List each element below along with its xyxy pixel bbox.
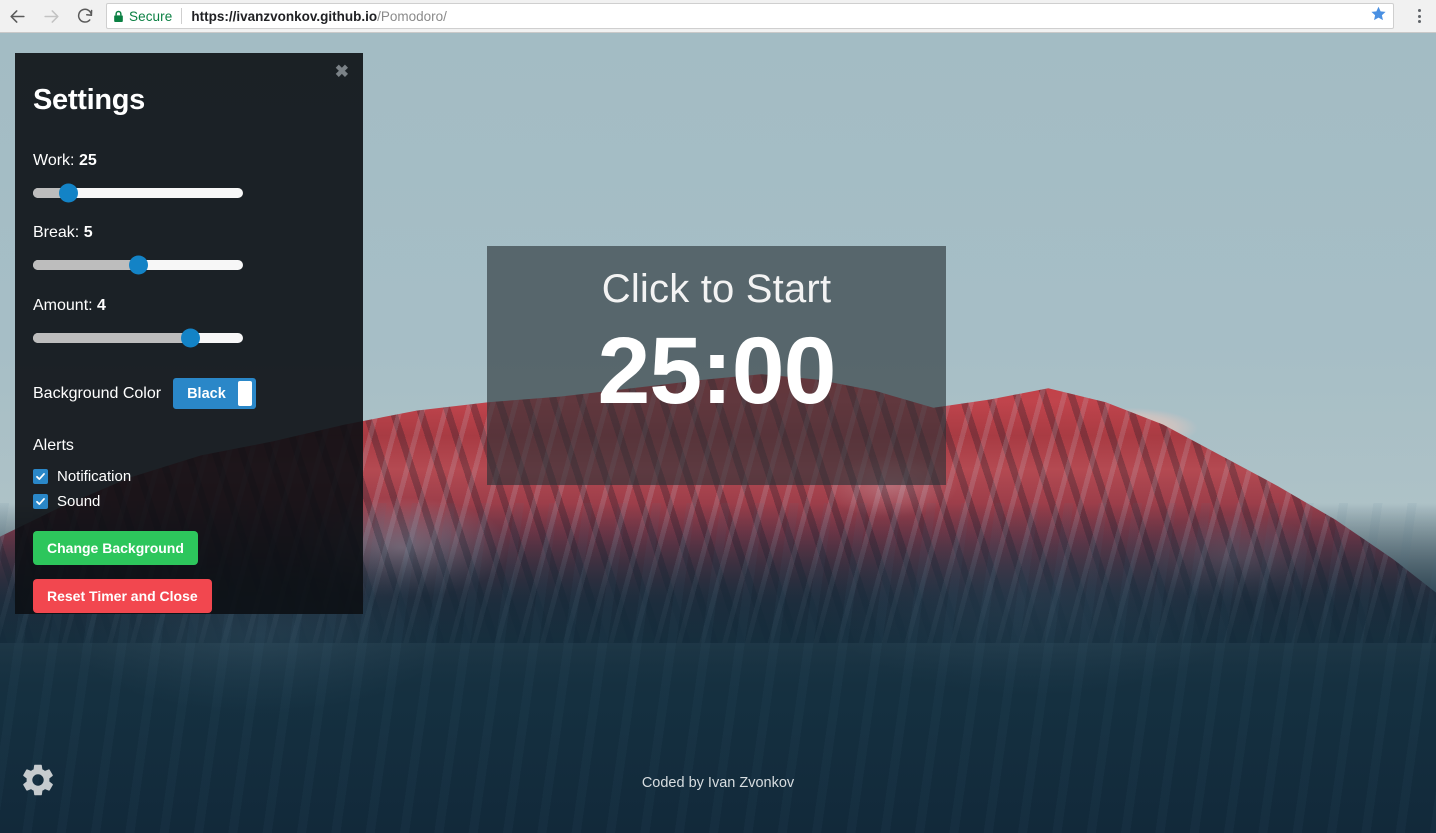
timer-caption: Click to Start [601, 267, 832, 311]
back-button[interactable] [0, 0, 34, 33]
settings-panel: ✖ Settings Work: 25 Break: 5 Amount: 4 B… [15, 53, 363, 614]
security-status-label: Secure [129, 8, 173, 24]
bookmark-star-button[interactable] [1370, 5, 1387, 27]
timer-box[interactable]: Click to Start 25:00 [487, 246, 946, 485]
browser-menu-button[interactable] [1402, 0, 1436, 33]
change-background-button[interactable]: Change Background [33, 531, 198, 565]
break-slider-fill [33, 260, 138, 270]
break-setting-group: Break: 5 [33, 224, 345, 275]
sound-label: Sound [57, 493, 101, 510]
close-icon[interactable]: ✖ [335, 63, 349, 80]
reset-timer-button[interactable]: Reset Timer and Close [33, 579, 212, 613]
sound-checkbox-row[interactable]: Sound [33, 493, 100, 510]
break-label-text: Break: [33, 224, 80, 241]
amount-label-text: Amount: [33, 297, 93, 314]
work-slider-thumb[interactable] [59, 183, 79, 203]
reload-button[interactable] [68, 0, 102, 33]
background-color-label: Background Color [33, 384, 162, 402]
break-slider[interactable] [33, 255, 243, 275]
background-color-value: Black [187, 385, 226, 402]
three-dot-menu-icon [1417, 9, 1421, 23]
forward-button[interactable] [34, 0, 68, 33]
amount-slider-thumb[interactable] [181, 328, 200, 348]
url-text: https://ivanzvonkov.github.io/Pomodoro/ [191, 9, 447, 24]
notification-checkbox[interactable] [33, 469, 48, 484]
amount-slider-fill [33, 333, 191, 343]
reload-icon [76, 7, 94, 25]
footer-credit: Coded by Ivan Zvonkov [641, 775, 795, 791]
work-label-text: Work: [33, 152, 75, 169]
notification-checkbox-row[interactable]: Notification [33, 468, 131, 485]
page-title: Settings [33, 84, 145, 116]
back-arrow-icon [8, 7, 27, 26]
amount-slider[interactable] [33, 328, 243, 348]
background-color-select[interactable]: Black [173, 378, 256, 409]
notification-label: Notification [57, 468, 132, 485]
alerts-heading: Alerts [33, 437, 74, 454]
browser-toolbar: Secure https://ivanzvonkov.github.io/Pom… [0, 0, 1436, 33]
amount-value: 4 [97, 297, 106, 314]
sound-checkbox[interactable] [33, 494, 48, 509]
forward-arrow-icon [42, 7, 61, 26]
work-label: Work: 25 [33, 152, 345, 170]
break-label: Break: 5 [33, 224, 345, 242]
work-value: 25 [78, 152, 97, 169]
lock-icon [113, 10, 124, 23]
amount-label: Amount: 4 [33, 297, 345, 315]
url-origin: https://ivanzvonkov.github.io [191, 8, 378, 24]
address-bar[interactable]: Secure https://ivanzvonkov.github.io/Pom… [106, 3, 1394, 29]
timer-value: 25:00 [597, 318, 837, 424]
page-viewport: Click to Start 25:00 Coded by Ivan Zvonk… [0, 33, 1436, 833]
url-path: /Pomodoro/ [377, 8, 447, 24]
omnibox-divider [181, 8, 183, 24]
gear-icon [19, 764, 57, 803]
settings-gear-button[interactable] [19, 761, 57, 799]
work-setting-group: Work: 25 [33, 152, 345, 203]
star-icon [1370, 5, 1387, 27]
work-slider[interactable] [33, 183, 243, 203]
break-slider-thumb[interactable] [128, 255, 148, 275]
break-value: 5 [83, 224, 93, 241]
background-color-row: Background Color Black [33, 378, 256, 409]
amount-setting-group: Amount: 4 [33, 297, 345, 348]
chevron-down-icon [237, 381, 252, 406]
